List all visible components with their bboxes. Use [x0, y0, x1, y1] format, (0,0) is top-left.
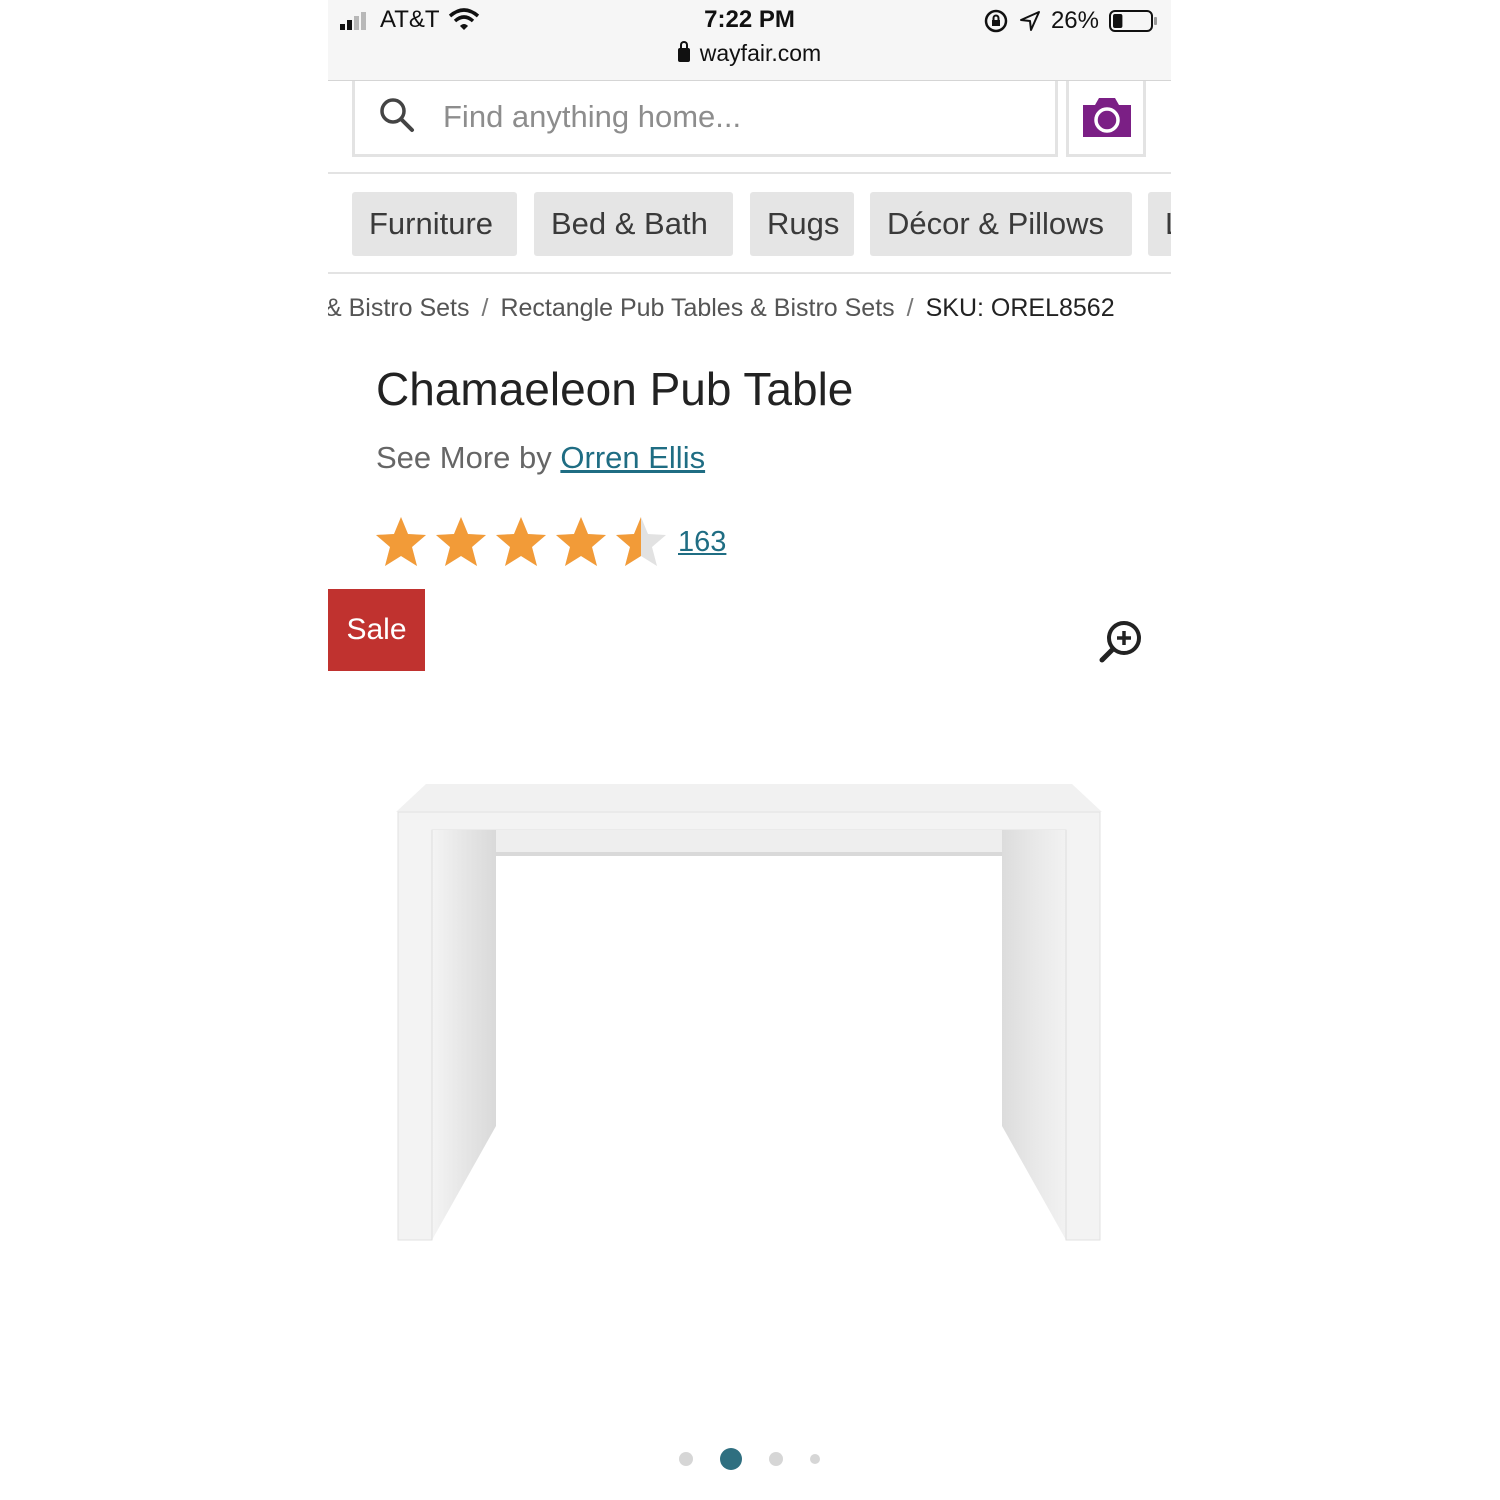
sale-badge: Sale	[328, 589, 425, 671]
battery-percent: 26%	[1050, 7, 1099, 34]
carousel-dot[interactable]	[810, 1454, 820, 1464]
rotation-lock-icon	[984, 9, 1008, 33]
brand-link[interactable]: Orren Ellis	[560, 440, 705, 475]
divider	[328, 272, 1171, 274]
status-bar: AT&T 7:22 PM 26% wayfair.com	[328, 0, 1171, 80]
status-right-group: 26%	[983, 6, 1159, 36]
nav-item-rugs[interactable]: Rugs	[750, 192, 854, 256]
carousel-dot-active[interactable]	[720, 1448, 742, 1470]
star-icon	[436, 517, 486, 566]
nav-item-decor-pillows[interactable]: Décor & Pillows	[870, 192, 1132, 256]
star-icon	[496, 517, 546, 566]
mobile-screen: AT&T 7:22 PM 26% wayfair.com Find anythi…	[328, 0, 1171, 1500]
product-title: Chamaeleon Pub Table	[376, 363, 854, 415]
star-icon	[556, 517, 606, 566]
carousel-dot[interactable]	[769, 1452, 783, 1466]
search-icon	[380, 98, 414, 132]
carousel-dot[interactable]	[679, 1452, 693, 1466]
breadcrumb-separator: /	[481, 294, 489, 322]
star-rating	[374, 515, 674, 569]
breadcrumb-sku: SKU: OREL8562	[925, 294, 1115, 322]
brand-line: See More by Orren Ellis	[376, 440, 705, 476]
location-arrow-icon	[1019, 11, 1040, 31]
breadcrumb-item[interactable]: Rectangle Pub Tables & Bistro Sets	[500, 294, 894, 322]
breadcrumb-item[interactable]: & Bistro Sets	[328, 294, 470, 322]
visual-search-button[interactable]	[1066, 81, 1146, 157]
product-image-white-pub-table[interactable]	[396, 778, 1102, 1244]
breadcrumb: & Bistro Sets / Rectangle Pub Tables & Bis…	[328, 294, 1115, 323]
search-box[interactable]	[352, 81, 1058, 157]
carousel-dots	[328, 1446, 1171, 1472]
nav-item-furniture[interactable]: Furniture	[352, 192, 517, 256]
star-icon	[376, 517, 426, 566]
zoom-in-icon[interactable]	[1098, 618, 1144, 664]
url-text: wayfair.com	[699, 40, 822, 66]
camera-icon	[1083, 98, 1131, 137]
category-nav: Furniture Bed & Bath Rugs Décor & Pillow…	[328, 192, 1171, 258]
star-icon	[616, 517, 666, 566]
review-count-link[interactable]: 163	[678, 526, 726, 559]
battery-icon	[1109, 10, 1157, 32]
rating-row[interactable]: 163	[374, 514, 726, 570]
address-bar[interactable]: wayfair.com	[328, 40, 1171, 67]
search-input[interactable]	[443, 95, 1043, 139]
lock-icon	[677, 41, 690, 62]
search-bar-row	[328, 80, 1171, 174]
breadcrumb-separator: /	[906, 294, 914, 322]
see-more-label: See More by	[376, 440, 552, 475]
nav-item-partial[interactable]: L	[1148, 192, 1171, 256]
nav-item-bed-bath[interactable]: Bed & Bath	[534, 192, 733, 256]
